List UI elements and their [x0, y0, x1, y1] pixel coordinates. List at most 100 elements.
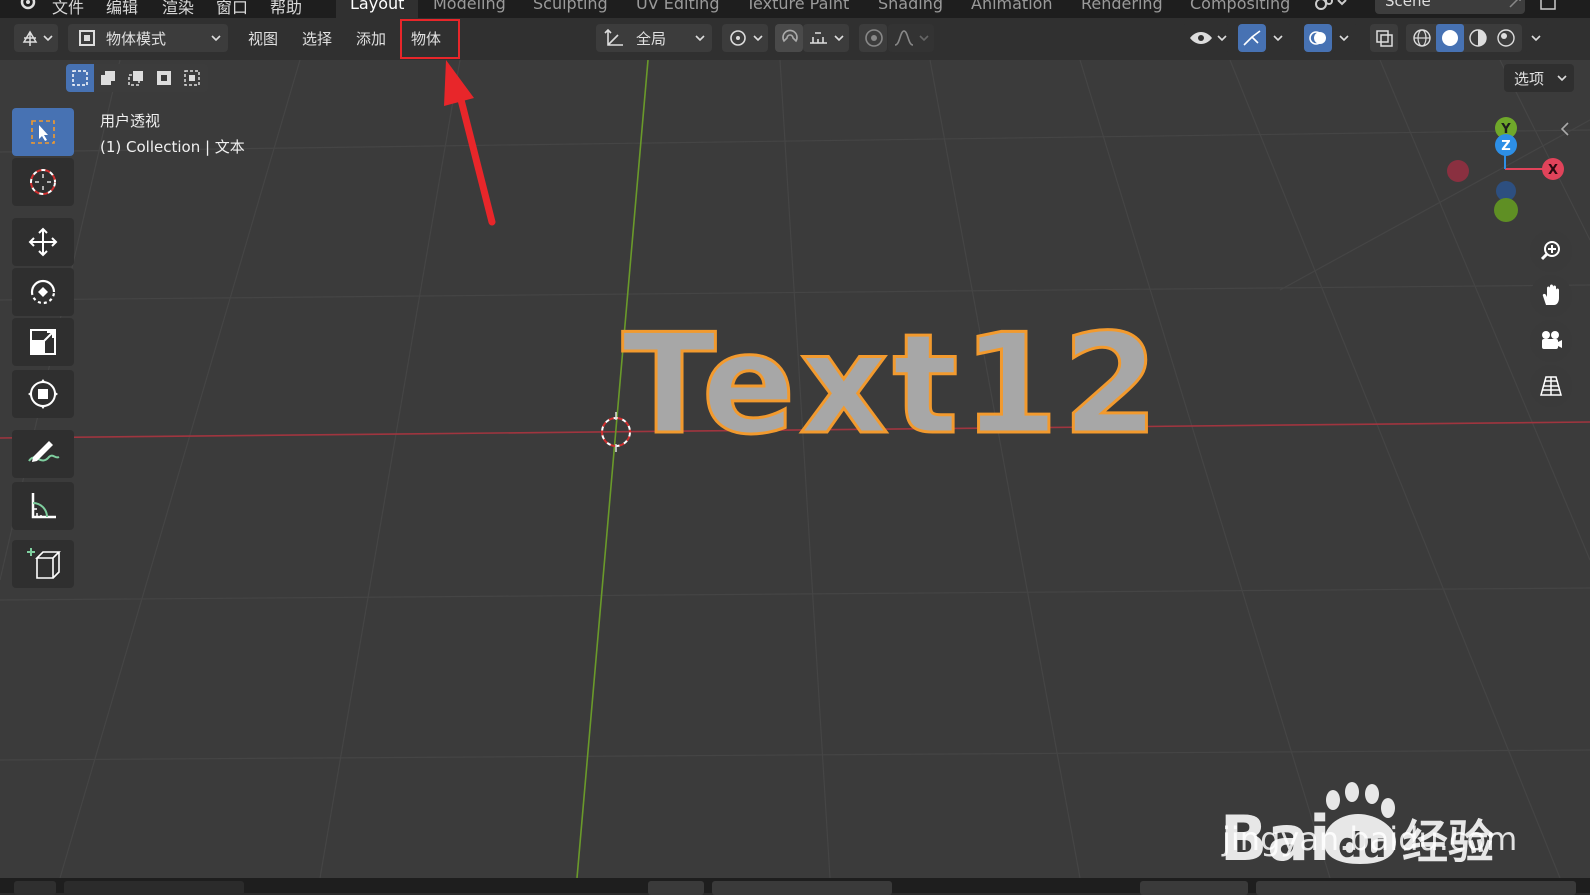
tab-shading[interactable]: Shading	[878, 0, 943, 13]
options-dropdown[interactable]: 选项	[1504, 64, 1574, 92]
tool-select-box[interactable]	[12, 108, 74, 156]
perspective-toggle-button[interactable]	[1530, 365, 1572, 407]
zoom-button[interactable]	[1530, 230, 1572, 272]
gizmo-toggle-button[interactable]	[1238, 24, 1266, 52]
tab-texture-paint[interactable]: Texture Paint	[746, 0, 849, 13]
tool-annotate[interactable]	[12, 430, 74, 478]
scale-icon	[30, 329, 56, 355]
pin-icon[interactable]	[1507, 0, 1523, 14]
chevron-down-icon	[1531, 35, 1541, 42]
proportional-editing-toggle[interactable]	[859, 24, 887, 52]
proportional-editing-icon	[865, 29, 883, 47]
transform-orientation-dropdown[interactable]: 全局	[596, 24, 712, 52]
select-extend-button[interactable]	[94, 64, 122, 92]
add-cube-icon	[27, 548, 61, 579]
shading-options-dropdown[interactable]	[1524, 24, 1550, 52]
scene-name: Scene	[1385, 0, 1431, 10]
menu-edit[interactable]: 编辑	[106, 0, 138, 18]
editor-type-button[interactable]	[14, 24, 58, 52]
xray-toggle-button[interactable]	[1370, 24, 1398, 52]
menu-add[interactable]: 添加	[356, 28, 386, 49]
snap-increment-icon	[810, 32, 844, 44]
gizmo-options-dropdown[interactable]	[1266, 24, 1292, 52]
orientation-label: 全局	[636, 29, 667, 48]
text-object[interactable]: Text12	[621, 303, 1162, 467]
select-intersect-button[interactable]	[178, 64, 206, 92]
tool-add-cube[interactable]	[12, 540, 74, 588]
tool-cursor[interactable]	[12, 158, 74, 206]
xray-icon	[1376, 30, 1393, 47]
magnet-icon	[782, 29, 798, 43]
scene-name-field[interactable]: Scene	[1375, 0, 1525, 14]
tool-rotate[interactable]	[12, 268, 74, 316]
watermark-url: jingyan.baidu.com	[1222, 820, 1518, 858]
gizmo-icon	[1243, 30, 1261, 46]
select-invert-button[interactable]	[150, 64, 178, 92]
menu-window[interactable]: 窗口	[216, 0, 248, 18]
measure-ruler-icon	[31, 493, 56, 519]
overlays-icon	[1309, 31, 1326, 45]
rotate-icon	[30, 279, 56, 305]
camera-view-button[interactable]	[1530, 320, 1572, 362]
zoom-magnifier-icon	[1540, 241, 1560, 261]
chevron-down-icon	[1339, 35, 1349, 42]
new-scene-icon[interactable]	[1538, 0, 1558, 16]
blender-logo-icon[interactable]	[14, 0, 42, 16]
editor-type-icon	[22, 30, 53, 46]
select-subtract-button[interactable]	[122, 64, 150, 92]
tool-measure[interactable]	[12, 482, 74, 530]
navigation-gizmo[interactable]: Y Z X	[1440, 114, 1570, 244]
view-name: 用户透视	[100, 112, 161, 130]
menu-view[interactable]: 视图	[248, 28, 278, 49]
overlays-toggle-button[interactable]	[1304, 24, 1332, 52]
tab-uv-editing[interactable]: UV Editing	[636, 0, 719, 13]
visibility-dropdown[interactable]	[1182, 24, 1230, 52]
scene-icon[interactable]	[1312, 0, 1348, 18]
falloff-dropdown[interactable]	[888, 24, 934, 52]
overlays-options-dropdown[interactable]	[1332, 24, 1358, 52]
tool-scale[interactable]	[12, 318, 74, 366]
tab-rendering[interactable]: Rendering	[1081, 0, 1163, 13]
sidebar-toggle-icon[interactable]	[1558, 120, 1572, 138]
pivot-icon	[730, 30, 763, 46]
tab-sculpting[interactable]: Sculpting	[533, 0, 608, 13]
tab-compositing[interactable]: Compositing	[1190, 0, 1290, 13]
select-subtract-icon	[128, 71, 143, 86]
3d-viewport[interactable]: Text12 用户透视 (1) Collection | 文本 Y Z X Ba…	[0, 60, 1590, 878]
menu-select[interactable]: 选择	[302, 28, 332, 49]
pivot-point-dropdown[interactable]	[722, 24, 768, 52]
select-intersect-icon	[184, 70, 200, 86]
eye-icon	[1190, 32, 1227, 44]
rendered-shading-icon[interactable]	[1492, 24, 1520, 52]
menu-file[interactable]: 文件	[52, 0, 84, 18]
grid-perspective-icon	[1540, 376, 1562, 396]
tool-move[interactable]	[12, 218, 74, 266]
tab-layout[interactable]: Layout	[336, 0, 419, 18]
solid-shading-icon[interactable]	[1436, 24, 1464, 52]
wireframe-shading-icon[interactable]	[1408, 24, 1436, 52]
select-extend-icon	[101, 71, 115, 85]
annotate-pencil-icon	[28, 441, 60, 462]
gizmo-z-label: Z	[1501, 139, 1510, 154]
select-invert-icon	[157, 71, 171, 85]
shading-mode-group	[1406, 24, 1522, 52]
move-arrows-icon	[28, 227, 58, 257]
tool-transform[interactable]	[12, 370, 74, 418]
snap-toggle-button[interactable]	[775, 24, 803, 52]
chevron-down-icon	[211, 35, 221, 42]
tab-modeling[interactable]: Modeling	[433, 0, 506, 13]
annotation-arrow	[444, 60, 496, 226]
tab-animation[interactable]: Animation	[971, 0, 1053, 13]
snap-target-dropdown[interactable]	[803, 24, 849, 52]
material-shading-icon[interactable]	[1464, 24, 1492, 52]
viewport-grid: Text12	[0, 60, 1590, 878]
select-new-button[interactable]	[66, 64, 94, 92]
pan-button[interactable]	[1530, 275, 1572, 317]
select-box-icon	[31, 120, 55, 144]
menu-render[interactable]: 渲染	[162, 0, 194, 18]
falloff-curve-icon	[894, 30, 929, 46]
collection-info: (1) Collection | 文本	[100, 138, 245, 156]
selection-mode-group	[66, 64, 208, 92]
mode-dropdown[interactable]: 物体模式	[68, 24, 228, 52]
menu-help[interactable]: 帮助	[270, 0, 302, 18]
